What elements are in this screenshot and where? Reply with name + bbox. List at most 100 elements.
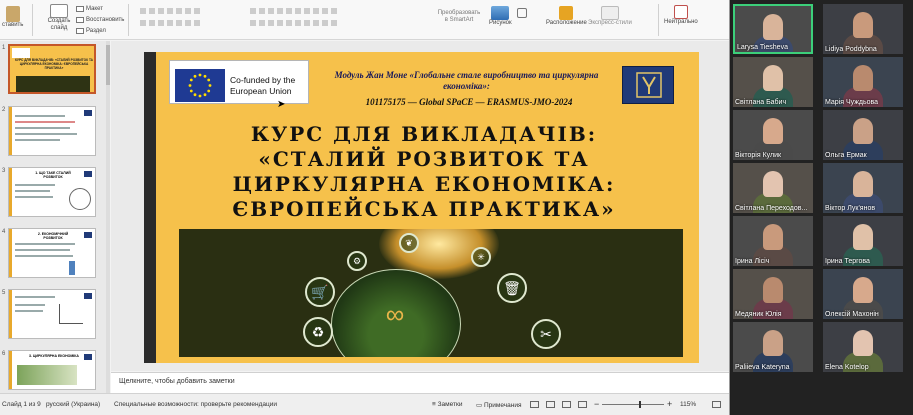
thumbnail-slide-6[interactable]: 3. ЦИРКУЛЯРНА ЕКОНОМІКА — [8, 350, 96, 390]
convert-smartart-button[interactable]: Преобразовать в SmartArt — [437, 10, 481, 24]
eu-stars-icon — [188, 73, 212, 98]
zoom-in-icon[interactable]: + — [667, 399, 672, 409]
participant-tile[interactable]: Медяник Юлія — [733, 269, 813, 319]
ribbon: ставить Создать слайд Макет Восстановить… — [0, 0, 729, 40]
comments-toggle-label: Примечания — [483, 402, 522, 409]
reading-view-icon[interactable] — [562, 401, 571, 408]
participant-tile[interactable]: Ірина Тергова — [823, 216, 903, 266]
university-logo — [622, 66, 674, 104]
status-bar: Слайд 1 из 9 русский (Украина) Специальн… — [0, 393, 729, 415]
participant-tile[interactable]: Lidiya Poddybna — [823, 4, 903, 54]
font-tools[interactable] — [140, 8, 200, 14]
arrange-icon — [559, 6, 574, 20]
participant-tile[interactable]: Paliieva Kateryna — [733, 322, 813, 372]
zoom-level[interactable]: 115% — [680, 401, 696, 408]
university-crest-icon — [636, 72, 662, 98]
participant-tile[interactable]: Ірина Лісіч — [733, 216, 813, 266]
thumbnail-accent — [9, 351, 12, 389]
thumbnail-chart — [69, 261, 75, 275]
designer-label: Нейтрально — [664, 19, 698, 25]
thumbnail-line — [15, 121, 75, 123]
participant-tile[interactable]: Elena Kotelop — [823, 322, 903, 372]
shapes-icon[interactable] — [517, 8, 527, 18]
trash-icon: 🗑 — [497, 273, 527, 303]
accessibility-check[interactable]: Специальные возможности: проверьте реком… — [114, 401, 277, 408]
thumbnail-line — [15, 115, 65, 117]
participant-face — [853, 65, 873, 91]
cart-icon: 🛒 — [305, 277, 335, 307]
thumbnail-image — [17, 365, 77, 385]
participant-tile[interactable]: Марія Чуждьова — [823, 57, 903, 107]
thumbnail-accent — [9, 290, 12, 338]
notes-toggle[interactable]: ≡ Заметки — [432, 401, 462, 408]
course-title-line: ЄВРОПЕЙСЬКА ПРАКТИКА» — [232, 197, 616, 221]
thumbnail-slide-3[interactable]: 1. ЩО ТАКЕ СТАЛИЙ РОЗВИТОК — [8, 167, 96, 217]
reset-button[interactable]: Восстановить — [76, 17, 124, 23]
slideshow-icon[interactable] — [578, 401, 587, 408]
arrange-button[interactable]: Расположение — [546, 6, 587, 26]
font-style-tools[interactable] — [140, 20, 200, 26]
current-slide[interactable]: Co-funded by the European Union ➤ Модуль… — [144, 52, 699, 363]
zoom-slider-thumb[interactable] — [639, 401, 641, 408]
thumbnail-diagram — [69, 188, 91, 210]
thumbnail-line — [15, 133, 77, 135]
zoom-slider[interactable] — [602, 404, 664, 405]
participant-tile[interactable]: Віктор Лук'янов — [823, 163, 903, 213]
participant-name: Ірина Лісіч — [735, 258, 770, 265]
tools-icon: ✂ — [531, 319, 561, 349]
thumbnail-number: 5 — [2, 290, 6, 296]
new-slide-icon — [50, 4, 68, 18]
participant-tile[interactable]: Ольга Ермак — [823, 110, 903, 160]
thumbnail-title: КУРС ДЛЯ ВИКЛАДАЧІВ: «СТАЛИЙ РОЗВИТОК ТА… — [15, 58, 93, 70]
eu-logo-mini — [12, 48, 30, 58]
paragraph-tools[interactable] — [250, 8, 340, 14]
participant-face — [853, 224, 873, 250]
thumbnail-slide-4[interactable]: 2. ЕКОНОМІЧНИЙ РОЗВИТОК — [8, 228, 96, 278]
thumbnail-slide-2[interactable] — [8, 106, 96, 156]
participant-tile[interactable]: Світлана Переходов... — [733, 163, 813, 213]
participant-tile[interactable]: Larysa Tiesheva — [733, 4, 813, 54]
alignment-tools[interactable] — [250, 20, 340, 26]
notes-pane[interactable]: Щелкните, чтобы добавить заметки — [111, 372, 729, 393]
layout-icon — [76, 6, 84, 12]
section-button[interactable]: Раздел — [76, 28, 106, 34]
paste-button[interactable]: ставить — [2, 6, 23, 28]
thumbnail-slide-1[interactable]: КУРС ДЛЯ ВИКЛАДАЧІВ: «СТАЛИЙ РОЗВИТОК ТА… — [8, 44, 96, 94]
paste-label: ставить — [2, 22, 24, 28]
slide-left-strip — [144, 52, 156, 363]
participant-tile[interactable]: Світлана Бабич — [733, 57, 813, 107]
thumbnail-line — [15, 255, 73, 257]
leaf-icon: ❦ — [399, 233, 419, 253]
participant-tile[interactable]: Олексій Махонін — [823, 269, 903, 319]
comments-toggle[interactable]: ▭ Примечания — [476, 401, 521, 409]
participant-face — [853, 171, 873, 197]
thumbnail-line — [15, 127, 70, 129]
picture-label: Рисунок — [489, 20, 512, 26]
fit-to-window-icon[interactable] — [712, 401, 721, 408]
thumbnail-slide-5[interactable] — [8, 289, 96, 339]
normal-view-icon[interactable] — [530, 401, 539, 408]
language-indicator[interactable]: русский (Украина) — [46, 401, 100, 408]
section-label: Раздел — [86, 28, 106, 34]
eu-cofunded-text: Co-funded by the European Union — [230, 75, 296, 96]
zoom-out-icon[interactable]: − — [594, 399, 599, 409]
participant-name: Вікторія Кулик — [735, 152, 782, 159]
quick-styles-button[interactable]: Экспресс-стили — [588, 6, 632, 26]
thumbnail-accent — [9, 229, 12, 277]
ribbon-divider — [658, 4, 659, 36]
thumbnail-line — [15, 139, 60, 141]
layout-button[interactable]: Макет — [76, 6, 103, 12]
participant-face — [763, 65, 783, 91]
designer-button[interactable]: Нейтрально — [664, 5, 698, 25]
notes-placeholder[interactable]: Щелкните, чтобы добавить заметки — [119, 378, 235, 385]
scroll-thumb[interactable] — [106, 45, 110, 85]
slide-sorter-icon[interactable] — [546, 401, 555, 408]
participant-tile[interactable]: Вікторія Кулик — [733, 110, 813, 160]
new-slide-button[interactable]: Создать слайд — [44, 4, 74, 32]
participant-face — [763, 14, 783, 40]
infinity-recycle-icon: ∞ — [385, 299, 405, 329]
thumbnail-scrollbar[interactable] — [106, 41, 110, 393]
picture-button[interactable]: Рисунок — [489, 6, 512, 26]
participant-face — [763, 224, 783, 250]
thumbnail-accent — [9, 168, 12, 216]
